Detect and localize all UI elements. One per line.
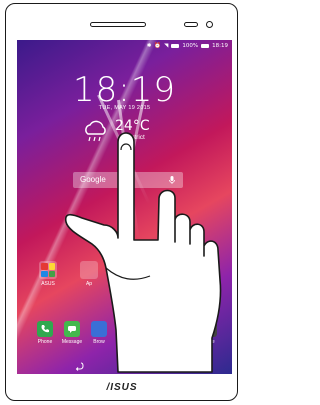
asus-logo: /ISUS	[106, 382, 138, 393]
hand-gesture-illustration	[64, 132, 222, 373]
